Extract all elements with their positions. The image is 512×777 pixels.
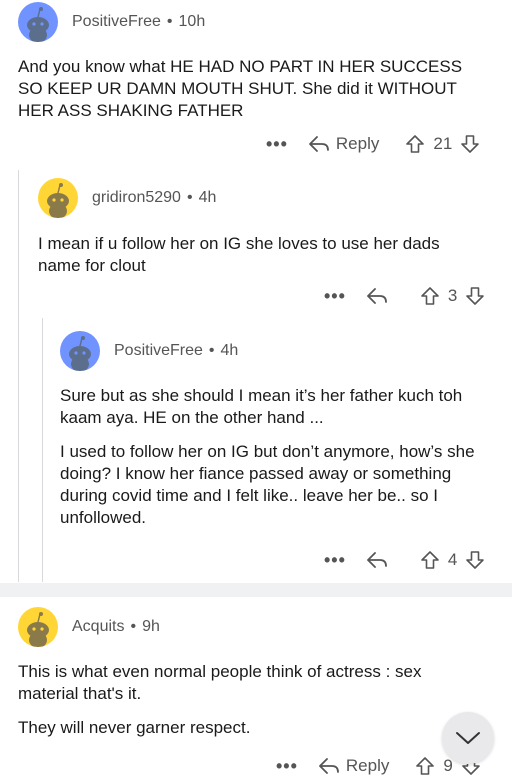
comment-paragraph: And you know what HE HAD NO PART IN HER … — [18, 57, 463, 120]
thread-line[interactable] — [42, 318, 43, 582]
comment-meta: PositiveFree • 10h — [72, 13, 205, 31]
author-name[interactable]: PositiveFree — [114, 342, 203, 359]
scroll-down-button[interactable] — [442, 712, 494, 764]
reply-button[interactable] — [366, 286, 394, 306]
reply-button[interactable] — [366, 550, 394, 570]
avatar[interactable] — [18, 607, 58, 647]
comment-meta: PositiveFree • 4h — [114, 342, 238, 360]
timestamp: 4h — [198, 189, 217, 206]
snoo-avatar-icon — [47, 183, 69, 218]
downvote-arrow-icon[interactable] — [465, 286, 485, 306]
more-options-button[interactable]: ••• — [324, 286, 346, 307]
comment-body: And you know what HE HAD NO PART IN HER … — [18, 56, 478, 122]
snoo-avatar-icon — [69, 336, 91, 371]
upvote-arrow-icon[interactable] — [405, 134, 425, 154]
comment-paragraph: I used to follow her on IG but don’t any… — [60, 442, 475, 527]
reply-button[interactable]: Reply — [308, 134, 379, 154]
more-options-button[interactable]: ••• — [324, 550, 346, 571]
separator-dot: • — [186, 189, 193, 206]
timestamp: 4h — [220, 342, 239, 359]
comment-actions: ••• 3 — [324, 281, 485, 311]
comment-paragraph: I mean if u follow her on IG she loves t… — [38, 234, 440, 275]
comment-paragraph: Sure but as she should I mean it’s her f… — [60, 386, 463, 427]
upvote-arrow-icon[interactable] — [420, 286, 440, 306]
comment-header: Acquits • 9h — [18, 607, 160, 647]
separator-dot: • — [166, 13, 173, 30]
author-name[interactable]: gridiron5290 — [92, 189, 181, 206]
comment-paragraph: This is what even normal people think of… — [18, 662, 422, 703]
timestamp: 9h — [142, 618, 160, 635]
downvote-arrow-icon[interactable] — [465, 550, 485, 570]
reply-arrow-icon — [367, 552, 387, 568]
avatar[interactable] — [60, 331, 100, 371]
author-name[interactable]: Acquits — [72, 618, 124, 635]
vote-count: 9 — [443, 756, 453, 775]
author-name[interactable]: PositiveFree — [72, 13, 161, 30]
comment-paragraph: They will never garner respect. — [18, 718, 251, 737]
separator-dot: • — [130, 618, 137, 635]
reply-label: Reply — [335, 134, 380, 153]
avatar[interactable] — [18, 2, 58, 42]
reply-label: Reply — [345, 756, 390, 775]
comment-actions: ••• 4 — [324, 545, 485, 575]
more-options-button[interactable]: ••• — [276, 756, 298, 777]
reply-arrow-icon — [319, 758, 339, 774]
comment-body: This is what even normal people think of… — [18, 661, 478, 739]
avatar[interactable] — [38, 178, 78, 218]
comment-divider — [0, 583, 512, 597]
more-options-button[interactable]: ••• — [266, 134, 288, 155]
thread-line[interactable] — [18, 170, 19, 582]
vote-count: 21 — [433, 134, 453, 153]
reply-arrow-icon — [367, 288, 387, 304]
comment-header: PositiveFree • 4h — [60, 331, 238, 371]
separator-dot: • — [208, 342, 215, 359]
comment-body: Sure but as she should I mean it’s her f… — [60, 385, 480, 529]
chevron-down-icon — [456, 732, 480, 744]
downvote-arrow-icon[interactable] — [460, 134, 480, 154]
upvote-arrow-icon[interactable] — [420, 550, 440, 570]
upvote-arrow-icon[interactable] — [415, 756, 435, 776]
vote-controls: 3 — [420, 286, 485, 306]
timestamp: 10h — [178, 13, 206, 30]
snoo-avatar-icon — [27, 7, 49, 42]
snoo-avatar-icon — [27, 612, 49, 647]
comment-header: gridiron5290 • 4h — [38, 178, 216, 218]
vote-count: 4 — [447, 550, 458, 569]
comment-body: I mean if u follow her on IG she loves t… — [38, 233, 478, 277]
vote-controls: 4 — [420, 550, 485, 570]
reply-button[interactable]: Reply — [318, 756, 389, 776]
comment-actions: ••• Reply 21 — [266, 129, 480, 159]
vote-controls: 21 — [405, 134, 480, 154]
comment-meta: gridiron5290 • 4h — [92, 189, 216, 207]
vote-count: 3 — [447, 286, 458, 305]
comment-meta: Acquits • 9h — [72, 618, 160, 636]
reply-arrow-icon — [309, 136, 329, 152]
comment-header: PositiveFree • 10h — [18, 2, 205, 42]
